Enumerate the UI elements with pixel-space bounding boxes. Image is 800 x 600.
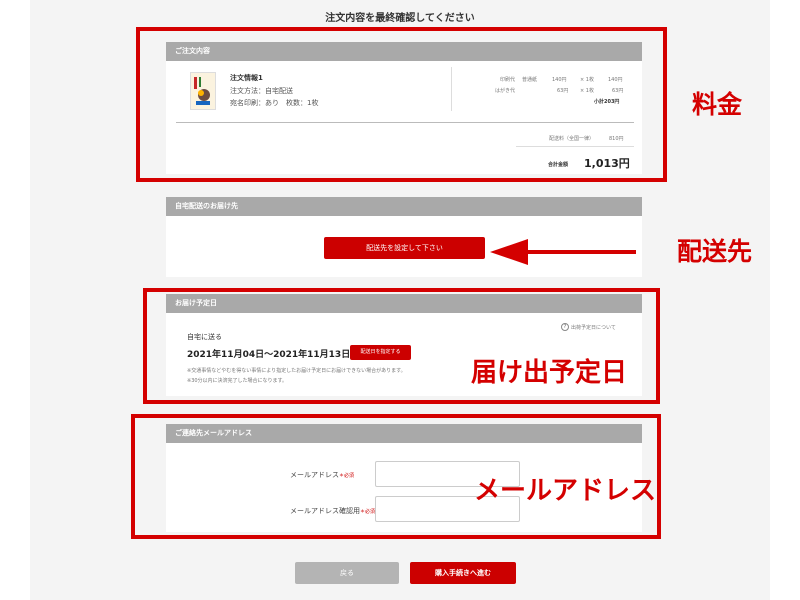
delivery-destination-header: 自宅配送のお届け先 bbox=[166, 197, 642, 216]
proceed-button[interactable]: 購入手続きへ進む bbox=[410, 562, 516, 584]
set-destination-button[interactable]: 配送先を設定して下さい bbox=[324, 237, 485, 259]
annotation-arrow-icon bbox=[490, 239, 636, 265]
annotation-label-delivery-date: 届け出予定日 bbox=[471, 358, 628, 388]
annotation-label-destination: 配送先 bbox=[677, 237, 753, 266]
annotation-box-price bbox=[136, 27, 667, 182]
annotation-label-email: メールアドレス bbox=[474, 476, 657, 506]
annotation-label-price: 料金 bbox=[692, 90, 743, 119]
page-title: 注文内容を最終確認してください bbox=[325, 13, 475, 24]
back-button[interactable]: 戻る bbox=[295, 562, 399, 584]
